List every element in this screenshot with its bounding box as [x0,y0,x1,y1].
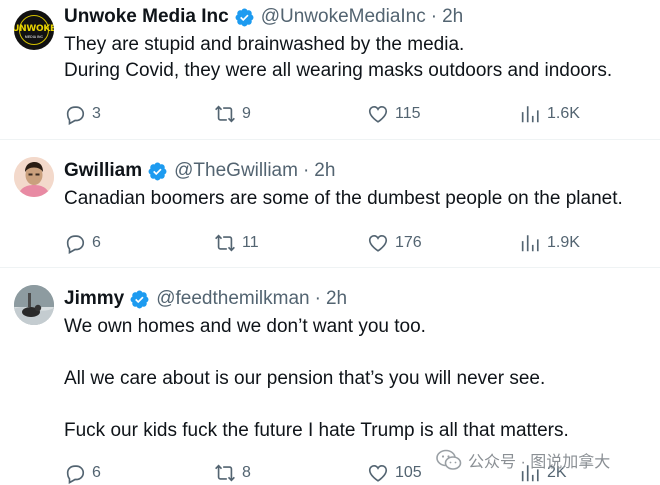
tweet-text: We own homes and we don’t want you too. … [64,314,569,444]
avatar-photo [14,285,54,325]
separator-dot: · [302,160,310,181]
avatar-photo [14,157,54,197]
reply-button[interactable]: 6 [64,231,101,255]
retweet-count: 9 [242,105,251,122]
like-count: 176 [395,234,422,251]
retweet-count: 11 [242,234,259,251]
like-count: 105 [395,464,422,481]
tweet-header: Gwilliam @TheGwilliam · 2h [64,159,335,183]
tweet-header: Jimmy @feedthemilkman · 2h [64,287,347,311]
watermark-text: 公众号 · 图说加拿大 [468,454,611,471]
verified-badge-icon [130,290,149,308]
retweet-icon [215,464,235,482]
wechat-icon [436,449,462,470]
tweet-text-line: All we care about is our pension that’s … [64,368,546,389]
tweet-text-blank-line [64,340,569,366]
reply-button[interactable]: 3 [64,102,101,126]
like-icon [368,235,388,252]
tweet-text: They are stupid and brainwashed by the m… [64,32,612,84]
tweet-text-line: Fuck our kids fuck the future I hate Tru… [64,420,569,441]
avatar-logo-subtext: MEDIA INC [24,34,44,39]
watermark: 公众号 · 图说加拿大 [436,448,610,472]
tweet-header: Unwoke Media Inc @UnwokeMediaInc · 2h [64,5,463,29]
tweet[interactable]: UNWOKE MEDIA INC Unwoke Media Inc @Unwok… [0,0,660,140]
action-bar: 6 11 176 1.9K [64,231,624,255]
reply-count: 6 [92,234,101,251]
views-button[interactable]: 1.9K [519,231,580,255]
tweet-text-blank-line [64,392,569,418]
reply-icon [66,235,85,254]
reply-icon [66,106,85,125]
timestamp[interactable]: 2h [314,160,335,182]
avatar-logo-text: UNWOKE [14,23,54,34]
tweet-text-line: We own homes and we don’t want you too. [64,316,426,337]
user-handle[interactable]: @TheGwilliam [174,160,298,182]
like-button[interactable]: 115 [367,102,421,126]
like-icon [368,465,388,482]
avatar[interactable] [14,157,54,197]
action-bar: 3 9 115 1.6K [64,102,624,126]
avatar[interactable] [14,285,54,325]
retweet-icon [215,234,235,252]
tweet[interactable]: Gwilliam @TheGwilliam · 2h Canadian boom… [0,140,660,268]
user-handle[interactable]: @UnwokeMediaInc [261,6,426,28]
avatar[interactable]: UNWOKE MEDIA INC [14,10,54,50]
retweet-icon [215,105,235,123]
like-button[interactable]: 105 [367,461,422,485]
timestamp[interactable]: 2h [326,288,347,310]
user-handle[interactable]: @feedthemilkman [156,288,309,310]
view-count: 1.9K [547,234,580,251]
tweet-feed: UNWOKE MEDIA INC Unwoke Media Inc @Unwok… [0,0,660,485]
views-icon [521,106,539,123]
like-count: 115 [395,105,421,122]
retweet-button[interactable]: 9 [214,102,251,126]
display-name[interactable]: Gwilliam [64,160,142,182]
view-count: 1.6K [547,105,580,122]
views-icon [521,235,539,252]
display-name[interactable]: Unwoke Media Inc [64,6,229,28]
separator-dot: · [430,6,438,27]
retweet-count: 8 [242,464,251,481]
timestamp[interactable]: 2h [442,6,463,28]
tweet-text-line: Canadian boomers are some of the dumbest… [64,188,623,209]
like-button[interactable]: 176 [367,231,422,255]
tweet-text-line: They are stupid and brainwashed by the m… [64,34,465,55]
tweet-text-line: During Covid, they were all wearing mask… [64,60,613,81]
reply-button[interactable]: 6 [64,461,101,485]
reply-icon [66,465,85,484]
views-button[interactable]: 1.6K [519,102,580,126]
verified-badge-icon [235,8,254,26]
retweet-button[interactable]: 8 [214,461,251,485]
tweet-text: Canadian boomers are some of the dumbest… [64,186,623,212]
verified-badge-icon [148,162,167,180]
retweet-button[interactable]: 11 [214,231,259,255]
like-icon [368,106,388,123]
display-name[interactable]: Jimmy [64,288,124,310]
reply-count: 3 [92,105,101,122]
separator-dot: · [314,288,321,309]
reply-count: 6 [92,464,101,481]
